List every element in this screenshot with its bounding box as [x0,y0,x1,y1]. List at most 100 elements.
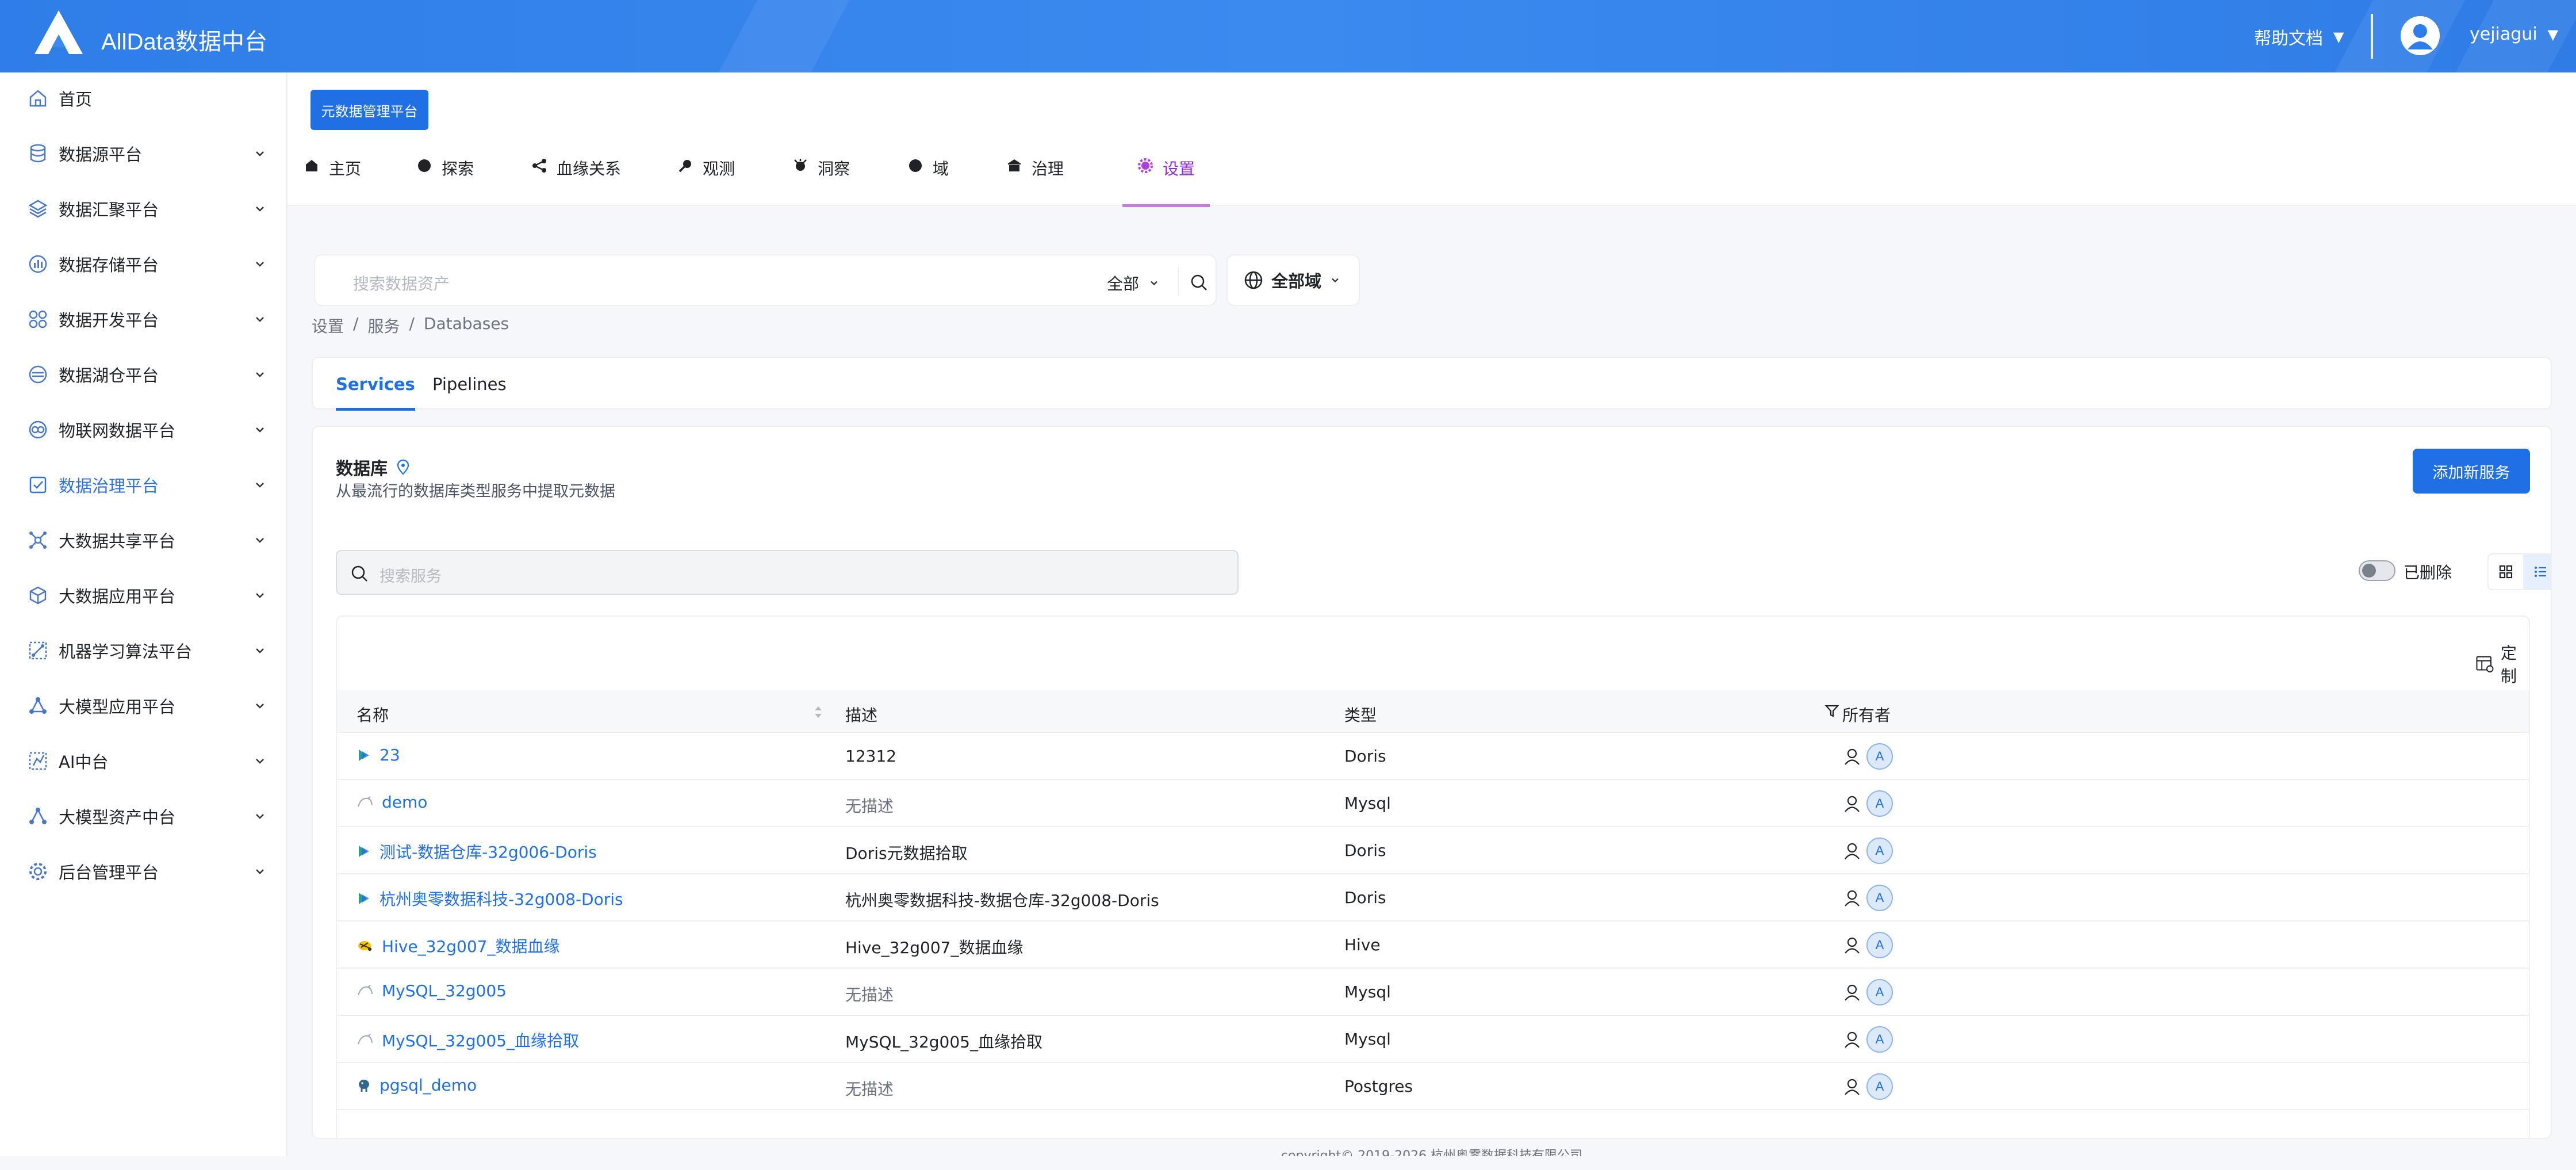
help-docs-menu[interactable]: 帮助文档 ▼ [2254,24,2344,49]
table-row[interactable]: 杭州奥零数据科技-32g008-Doris 杭州奥零数据科技-数据仓库-32g00… [337,874,2529,922]
sidebar-item-home[interactable]: 首页 [0,72,288,124]
sidebar-item-application[interactable]: 大数据应用平台 [0,569,288,621]
sort-icon[interactable] [812,704,825,720]
service-name-link[interactable]: demo [356,793,427,812]
user-avatar[interactable] [2401,16,2440,55]
service-name[interactable]: MySQL_32g005_血缘拾取 [382,1028,579,1052]
tab-explore[interactable]: 探索 [416,156,474,207]
panel-subtitle: 从最流行的数据库类型服务中提取元数据 [336,483,615,500]
services-table: 定制 名称 描述 类型 所有者 23 12312 Doris Ademo 无描述 Mysq… [336,615,2530,1138]
service-name-link[interactable]: MySQL_32g005_血缘拾取 [356,1028,579,1052]
sidebar-item-llm-asset[interactable]: 大模型资产中台 [0,790,288,842]
sidebar-item-aggregation[interactable]: 数据汇聚平台 [0,183,288,235]
service-name[interactable]: 23 [379,745,400,764]
tab-settings[interactable]: 设置 [1122,156,1210,207]
breadcrumb-services[interactable]: 服务 [367,314,400,337]
list-view-button[interactable] [2523,555,2551,589]
service-name[interactable]: demo [382,793,427,812]
owner-avatar[interactable]: A [1866,1026,1893,1053]
owner-avatar[interactable]: A [1866,790,1893,817]
owner-avatar[interactable]: A [1866,1073,1893,1100]
show-deleted-toggle[interactable] [2359,560,2395,581]
user-icon[interactable] [1842,982,1862,1002]
sidebar-item-sharing[interactable]: 大数据共享平台 [0,514,288,566]
chevron-down-icon [256,814,264,819]
user-icon[interactable] [1842,747,1862,766]
tab-governance[interactable]: 治理 [1006,156,1064,207]
table-row[interactable]: pgsql_demo 无描述 Postgres A [337,1063,2529,1110]
user-icon[interactable] [1842,888,1862,908]
owner-avatar[interactable]: A [1866,932,1893,958]
column-header-type: 类型 [1344,706,1377,725]
sidebar-item-llm-app[interactable]: 大模型应用平台 [0,680,288,732]
search-scope-select[interactable]: 全部 [1107,272,1160,295]
service-name-link[interactable]: pgsql_demo [356,1076,477,1095]
service-name[interactable]: 杭州奥零数据科技-32g008-Doris [379,887,623,910]
tab-observe[interactable]: 观测 [677,156,735,207]
filter-icon[interactable] [1824,703,1840,719]
owner-avatar[interactable]: A [1866,838,1893,864]
metadata-platform-button[interactable]: 元数据管理平台 [310,90,428,130]
user-menu[interactable]: yejiagui ▼ [2470,24,2558,44]
asset-search-bar[interactable]: 搜索数据资产 全部 [314,254,1217,306]
info-pin-icon[interactable] [394,458,412,476]
table-row[interactable]: MySQL_32g005 无描述 Mysql A [337,969,2529,1016]
model-icon [29,697,47,714]
table-row[interactable]: Hive_32g007_数据血缘 Hive_32g007_数据血缘 Hive A [337,922,2529,969]
service-name-link[interactable]: 23 [356,745,400,764]
tab-pipelines[interactable]: Pipelines [432,358,507,411]
tab-lineage[interactable]: 血缘关系 [531,156,621,207]
column-header-name[interactable]: 名称 [356,703,389,726]
service-name-link[interactable]: 杭州奥零数据科技-32g008-Doris [356,887,623,910]
sidebar-item-admin[interactable]: 后台管理平台 [0,846,288,897]
layers-icon [28,200,48,218]
user-icon[interactable] [1842,1077,1862,1096]
sidebar-item-lakehouse[interactable]: 数据湖仓平台 [0,349,288,400]
globe-icon [1244,271,1263,289]
user-icon[interactable] [1842,794,1862,813]
breadcrumb-settings[interactable]: 设置 [312,314,344,337]
service-name[interactable]: Hive_32g007_数据血缘 [382,934,559,957]
sidebar-item-governance[interactable]: 数据治理平台 [0,459,288,511]
service-name-link[interactable]: Hive_32g007_数据血缘 [356,934,559,957]
chevron-down-icon [256,151,264,156]
sidebar-item-development[interactable]: 数据开发平台 [0,293,288,345]
sidebar-item-ml[interactable]: 机器学习算法平台 [0,625,288,676]
table-row[interactable]: 23 12312 Doris A [337,733,2529,780]
tab-domain[interactable]: 域 [907,156,949,207]
sidebar-item-ai[interactable]: AI中台 [0,735,288,787]
grid-view-button[interactable] [2489,555,2523,589]
service-name-link[interactable]: MySQL_32g005 [356,981,507,1000]
tab-home[interactable]: 主页 [304,156,361,207]
service-type: Mysql [1344,982,1391,1001]
breadcrumb-separator: / [409,314,415,333]
customize-columns-button[interactable]: 定制 [2475,641,2529,687]
tab-label: 探索 [442,159,474,178]
user-icon[interactable] [1842,841,1862,861]
user-icon[interactable] [1842,1030,1862,1049]
service-search-field[interactable]: 搜索服务 [336,550,1239,595]
user-icon[interactable] [1842,935,1862,955]
service-name[interactable]: MySQL_32g005 [382,981,507,1000]
domain-select[interactable]: 全部域 [1226,254,1360,306]
table-row[interactable]: demo 无描述 Mysql A [337,780,2529,827]
tab-services[interactable]: Services [336,358,415,411]
owner-avatar[interactable]: A [1866,979,1893,1005]
sidebar-item-storage[interactable]: 数据存储平台 [0,238,288,290]
chevron-down-icon [256,648,264,653]
tab-insight[interactable]: 洞察 [792,156,850,207]
service-name[interactable]: 测试-数据仓库-32g006-Doris [379,840,597,863]
table-row[interactable]: 测试-数据仓库-32g006-Doris Doris元数据拾取 Doris A [337,827,2529,874]
service-name-link[interactable]: 测试-数据仓库-32g006-Doris [356,840,597,863]
sidebar-item-datasource[interactable]: 数据源平台 [0,128,288,179]
asset-search-input[interactable]: 搜索数据资产 [353,272,450,295]
table-row[interactable]: MySQL_32g005_血缘拾取 MySQL_32g005_血缘拾取 Mysql A [337,1016,2529,1063]
sidebar-item-iot[interactable]: 物联网数据平台 [0,404,288,456]
search-icon[interactable] [1189,273,1209,292]
service-search-input[interactable]: 搜索服务 [379,564,442,586]
owner-avatar[interactable]: A [1866,885,1893,911]
add-service-button[interactable]: 添加新服务 [2413,449,2530,494]
owner-avatar[interactable]: A [1866,743,1893,770]
breadcrumb-separator: / [353,314,359,333]
service-name[interactable]: pgsql_demo [379,1076,477,1095]
